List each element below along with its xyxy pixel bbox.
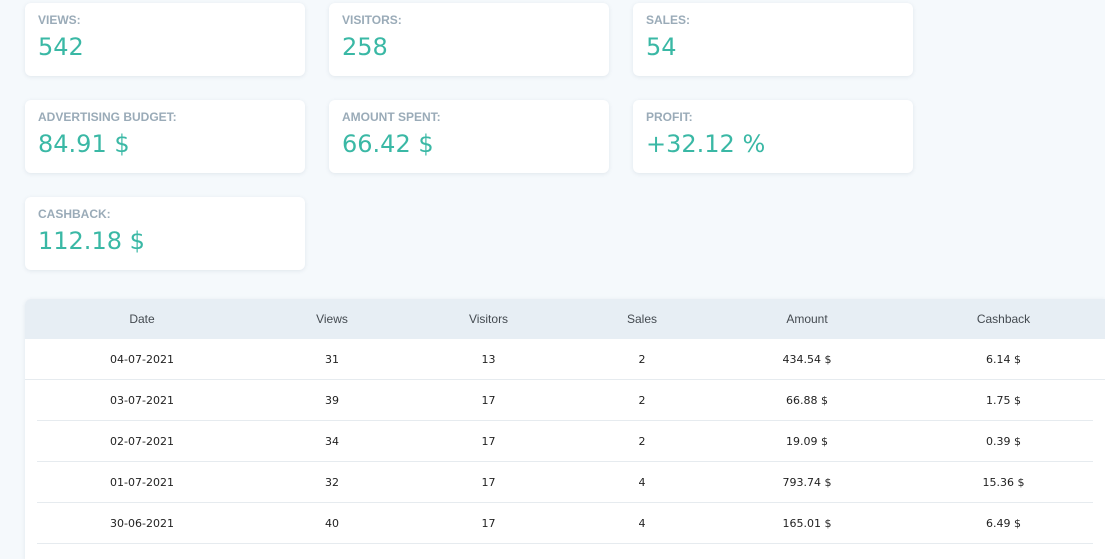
table-row[interactable]: 03-07-2021 39 17 2 66.88 $ 1.75 $ [25, 380, 1105, 421]
stat-value: 84.91 $ [38, 130, 130, 158]
table-row[interactable]: 02-07-2021 34 17 2 19.09 $ 0.39 $ [25, 421, 1105, 462]
sales-cell: 2 [638, 435, 646, 448]
visitors-cell: 17 [481, 394, 496, 407]
cashback-cell: 0.39 $ [986, 435, 1021, 448]
stat-card-views: VIEWS: 542 [25, 3, 305, 76]
table-header-row: Date Views Visitors Sales Amount Cashbac… [25, 299, 1105, 339]
date-cell: 30-06-2021 [110, 517, 174, 530]
amount-cell: 19.09 $ [786, 435, 828, 448]
stat-value: 54 [646, 33, 677, 61]
table-body: 04-07-2021 31 13 2 434.54 $ 6.14 $ 03-07-2021 3… [25, 339, 1105, 544]
table-row[interactable]: 04-07-2021 31 13 2 434.54 $ 6.14 $ [25, 339, 1105, 380]
amount-cell: 165.01 $ [782, 517, 832, 530]
stat-card-advertising-budget: ADVERTISING BUDGET: 84.91 $ [25, 100, 305, 173]
sales-cell: 2 [638, 394, 646, 407]
column-header-date[interactable]: Date [25, 299, 259, 339]
views-cell: 31 [325, 353, 339, 366]
date-cell: 04-07-2021 [110, 353, 174, 366]
column-header-amount[interactable]: Amount [712, 299, 902, 339]
stat-label: AMOUNT SPENT: [342, 110, 441, 124]
column-header-views[interactable]: Views [259, 299, 405, 339]
column-header-visitors[interactable]: Visitors [405, 299, 572, 339]
stat-label: PROFIT: [646, 110, 693, 124]
stat-label: ADVERTISING BUDGET: [38, 110, 177, 124]
visitors-cell: 17 [481, 435, 496, 448]
stat-value: 258 [342, 33, 388, 61]
stat-card-profit: PROFIT: +32.12 % [633, 100, 913, 173]
stat-card-amount-spent: AMOUNT SPENT: 66.42 $ [329, 100, 609, 173]
stat-label: SALES: [646, 13, 691, 27]
stat-value: 112.18 $ [38, 227, 145, 255]
sales-cell: 4 [638, 517, 646, 530]
amount-cell: 434.54 $ [782, 353, 832, 366]
table-row[interactable]: 01-07-2021 32 17 4 793.74 $ 15.36 $ [25, 462, 1105, 503]
amount-cell: 66.88 $ [786, 394, 828, 407]
stat-label: CASHBACK: [38, 207, 111, 221]
column-header-sales[interactable]: Sales [572, 299, 712, 339]
stat-value: +32.12 % [646, 130, 766, 158]
sales-cell: 2 [638, 353, 646, 366]
views-cell: 34 [325, 435, 339, 448]
cashback-cell: 6.49 $ [986, 517, 1021, 530]
views-cell: 32 [325, 476, 339, 489]
visitors-cell: 17 [481, 476, 496, 489]
stats-table: Date Views Visitors Sales Amount Cashbac… [25, 299, 1105, 559]
date-cell: 02-07-2021 [110, 435, 174, 448]
visitors-cell: 17 [481, 517, 496, 530]
stat-card-visitors: VISITORS: 258 [329, 3, 609, 76]
amount-cell: 793.74 $ [782, 476, 832, 489]
visitors-cell: 13 [481, 353, 496, 366]
stat-card-sales: SALES: 54 [633, 3, 913, 76]
cashback-cell: 6.14 $ [986, 353, 1021, 366]
date-cell: 03-07-2021 [110, 394, 174, 407]
sales-cell: 4 [638, 476, 646, 489]
date-cell: 01-07-2021 [110, 476, 174, 489]
cashback-cell: 1.75 $ [986, 394, 1021, 407]
table-row[interactable]: 30-06-2021 40 17 4 165.01 $ 6.49 $ [25, 503, 1105, 544]
views-cell: 39 [325, 394, 339, 407]
stat-label: VIEWS: [38, 13, 81, 27]
stat-label: VISITORS: [342, 13, 402, 27]
cashback-cell: 15.36 $ [982, 476, 1025, 489]
stat-value: 66.42 $ [342, 130, 434, 158]
stat-value: 542 [38, 33, 84, 61]
views-cell: 40 [325, 517, 339, 530]
stat-card-cashback: CASHBACK: 112.18 $ [25, 197, 305, 270]
column-header-cashback[interactable]: Cashback [902, 299, 1105, 339]
